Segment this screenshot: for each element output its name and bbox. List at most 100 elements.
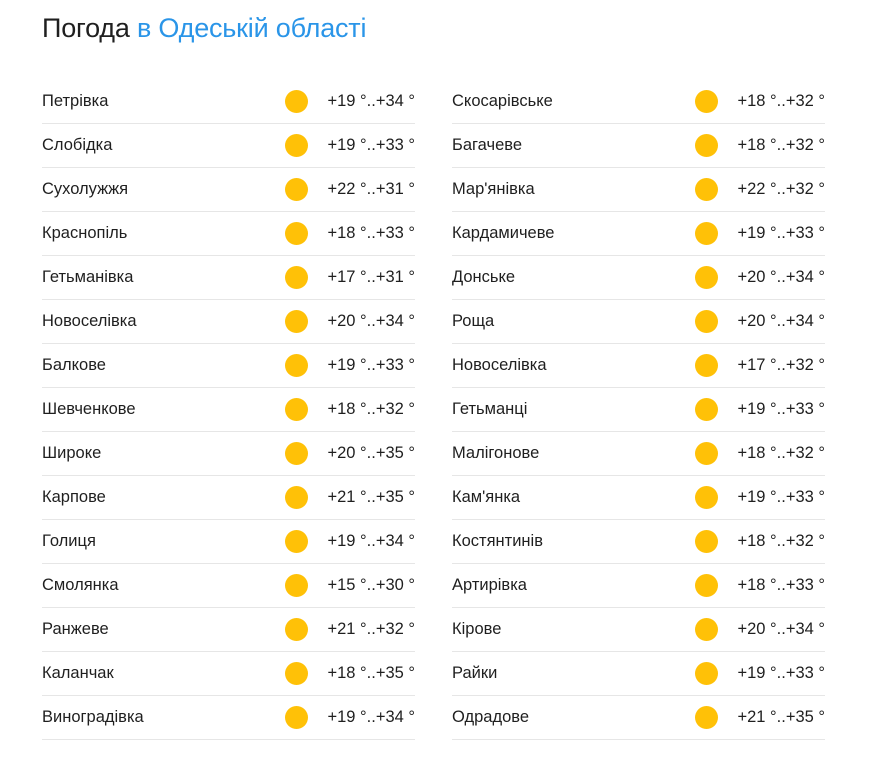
city-row[interactable]: Виноградівка +19 °..+34 ° xyxy=(42,696,415,740)
city-name-link[interactable]: Мар'янівка xyxy=(452,180,535,199)
left-column: Петрівка +19 °..+34 ° Слобідка +19 °..+33 °… xyxy=(42,80,415,740)
city-row[interactable]: Голиця +19 °..+34 ° xyxy=(42,520,415,564)
city-row[interactable]: Малігонове +18 °..+32 ° xyxy=(452,432,825,476)
right-column: Скосарівське +18 °..+32 ° Багачеве +18 °..+… xyxy=(452,80,825,740)
city-row[interactable]: Кірове +20 °..+34 ° xyxy=(452,608,825,652)
city-name-link[interactable]: Райки xyxy=(452,664,497,683)
city-name-link[interactable]: Смолянка xyxy=(42,576,119,595)
city-row[interactable]: Мар'янівка +22 °..+32 ° xyxy=(452,168,825,212)
city-name-link[interactable]: Новоселівка xyxy=(452,356,547,375)
city-row[interactable]: Смолянка +15 °..+30 ° xyxy=(42,564,415,608)
sun-icon xyxy=(695,442,718,465)
page-title-prefix: Погода xyxy=(42,13,130,43)
city-name-link[interactable]: Скосарівське xyxy=(452,92,553,111)
temperature-range: +17 °..+32 ° xyxy=(737,356,825,374)
sun-icon xyxy=(695,706,718,729)
city-row[interactable]: Балкове +19 °..+33 ° xyxy=(42,344,415,388)
city-name-link[interactable]: Артирівка xyxy=(452,576,527,595)
city-row[interactable]: Широке +20 °..+35 ° xyxy=(42,432,415,476)
city-name-link[interactable]: Балкове xyxy=(42,356,106,375)
city-row[interactable]: Багачеве +18 °..+32 ° xyxy=(452,124,825,168)
city-name-link[interactable]: Донське xyxy=(452,268,515,287)
city-name-link[interactable]: Роща xyxy=(452,312,494,331)
city-name-link[interactable]: Гетьманівка xyxy=(42,268,133,287)
sun-icon xyxy=(285,530,308,553)
sun-icon xyxy=(695,486,718,509)
sun-icon xyxy=(695,222,718,245)
temperature-range: +19 °..+33 ° xyxy=(737,664,825,682)
city-name-link[interactable]: Гетьманці xyxy=(452,400,527,419)
city-row[interactable]: Артирівка +18 °..+33 ° xyxy=(452,564,825,608)
city-row[interactable]: Шевченкове +18 °..+32 ° xyxy=(42,388,415,432)
city-name-link[interactable]: Каланчак xyxy=(42,664,114,683)
city-row[interactable]: Гетьманці +19 °..+33 ° xyxy=(452,388,825,432)
city-name-link[interactable]: Виноградівка xyxy=(42,708,144,727)
city-row[interactable]: Одрадове +21 °..+35 ° xyxy=(452,696,825,740)
city-name-link[interactable]: Малігонове xyxy=(452,444,539,463)
sun-icon xyxy=(285,222,308,245)
temperature-range: +21 °..+35 ° xyxy=(737,708,825,726)
temperature-range: +21 °..+32 ° xyxy=(327,620,415,638)
temperature-range: +18 °..+33 ° xyxy=(327,224,415,242)
city-row[interactable]: Ранжеве +21 °..+32 ° xyxy=(42,608,415,652)
sun-icon xyxy=(285,178,308,201)
city-row[interactable]: Новоселівка +17 °..+32 ° xyxy=(452,344,825,388)
temperature-range: +18 °..+32 ° xyxy=(327,400,415,418)
temperature-range: +22 °..+32 ° xyxy=(737,180,825,198)
city-row[interactable]: Кам'янка +19 °..+33 ° xyxy=(452,476,825,520)
temperature-range: +21 °..+35 ° xyxy=(327,488,415,506)
city-row[interactable]: Кардамичеве +19 °..+33 ° xyxy=(452,212,825,256)
city-row[interactable]: Новоселівка +20 °..+34 ° xyxy=(42,300,415,344)
city-name-link[interactable]: Кам'янка xyxy=(452,488,520,507)
city-name-link[interactable]: Широке xyxy=(42,444,101,463)
temperature-range: +19 °..+33 ° xyxy=(327,136,415,154)
temperature-range: +18 °..+32 ° xyxy=(737,532,825,550)
temperature-range: +18 °..+32 ° xyxy=(737,444,825,462)
city-name-link[interactable]: Одрадове xyxy=(452,708,529,727)
city-name-link[interactable]: Слобідка xyxy=(42,136,112,155)
city-name-link[interactable]: Ранжеве xyxy=(42,620,109,639)
temperature-range: +18 °..+32 ° xyxy=(737,92,825,110)
city-row[interactable]: Роща +20 °..+34 ° xyxy=(452,300,825,344)
city-row[interactable]: Слобідка +19 °..+33 ° xyxy=(42,124,415,168)
city-row[interactable]: Краснопіль +18 °..+33 ° xyxy=(42,212,415,256)
sun-icon xyxy=(285,486,308,509)
city-row[interactable]: Карпове +21 °..+35 ° xyxy=(42,476,415,520)
city-row[interactable]: Каланчак +18 °..+35 ° xyxy=(42,652,415,696)
temperature-range: +22 °..+31 ° xyxy=(327,180,415,198)
temperature-range: +18 °..+32 ° xyxy=(737,136,825,154)
city-row[interactable]: Гетьманівка +17 °..+31 ° xyxy=(42,256,415,300)
city-name-link[interactable]: Новоселівка xyxy=(42,312,137,331)
city-row[interactable]: Петрівка +19 °..+34 ° xyxy=(42,80,415,124)
city-name-link[interactable]: Костянтинів xyxy=(452,532,543,551)
city-row[interactable]: Райки +19 °..+33 ° xyxy=(452,652,825,696)
temperature-range: +19 °..+33 ° xyxy=(737,488,825,506)
city-row[interactable]: Костянтинів +18 °..+32 ° xyxy=(452,520,825,564)
city-name-link[interactable]: Голиця xyxy=(42,532,96,551)
sun-icon xyxy=(695,354,718,377)
region-link[interactable]: в Одеській області xyxy=(137,13,366,43)
city-name-link[interactable]: Петрівка xyxy=(42,92,108,111)
temperature-range: +18 °..+35 ° xyxy=(327,664,415,682)
sun-icon xyxy=(695,530,718,553)
sun-icon xyxy=(695,662,718,685)
temperature-range: +19 °..+34 ° xyxy=(327,92,415,110)
sun-icon xyxy=(285,574,308,597)
city-name-link[interactable]: Краснопіль xyxy=(42,224,127,243)
sun-icon xyxy=(285,90,308,113)
city-name-link[interactable]: Карпове xyxy=(42,488,106,507)
city-row[interactable]: Скосарівське +18 °..+32 ° xyxy=(452,80,825,124)
city-name-link[interactable]: Кардамичеве xyxy=(452,224,554,243)
city-name-link[interactable]: Сухолужжя xyxy=(42,180,128,199)
city-name-link[interactable]: Шевченкове xyxy=(42,400,136,419)
city-row[interactable]: Донське +20 °..+34 ° xyxy=(452,256,825,300)
city-name-link[interactable]: Багачеве xyxy=(452,136,522,155)
temperature-range: +20 °..+34 ° xyxy=(737,620,825,638)
temperature-range: +19 °..+34 ° xyxy=(327,532,415,550)
city-name-link[interactable]: Кірове xyxy=(452,620,501,639)
city-row[interactable]: Сухолужжя +22 °..+31 ° xyxy=(42,168,415,212)
sun-icon xyxy=(695,90,718,113)
city-weather-list: Петрівка +19 °..+34 ° Слобідка +19 °..+33 °… xyxy=(42,80,825,740)
sun-icon xyxy=(285,706,308,729)
temperature-range: +20 °..+34 ° xyxy=(737,312,825,330)
